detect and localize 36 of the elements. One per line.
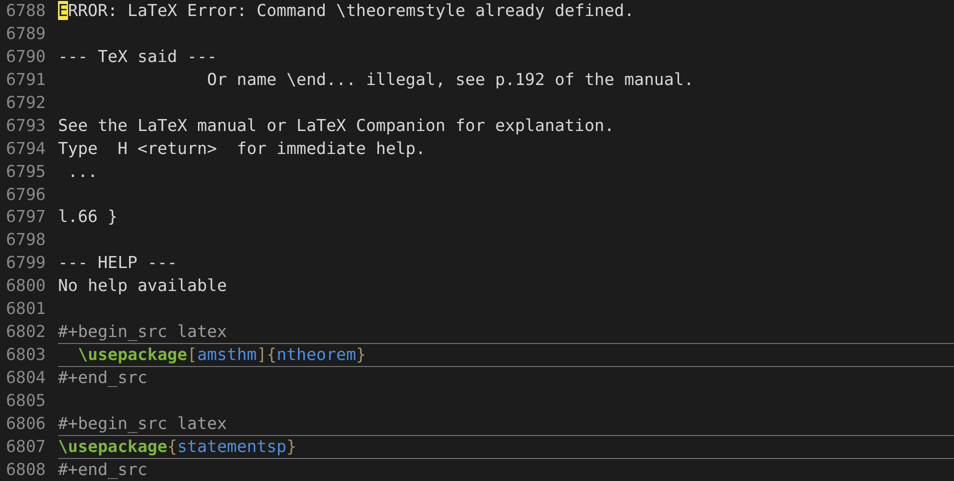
code-line: \usepackage{statementsp} bbox=[58, 436, 296, 456]
line-number: 6795 bbox=[6, 160, 47, 183]
code-line: ERROR: LaTeX Error: Command \theoremstyle already defined. bbox=[58, 1, 634, 20]
line-number: 6803 bbox=[6, 344, 47, 366]
line-number: 6801 bbox=[6, 298, 47, 320]
code-line: Type H <return> for immediate help. bbox=[58, 138, 426, 158]
code-line: #+begin_src latex bbox=[58, 414, 227, 433]
line-number: 6798 bbox=[6, 229, 47, 252]
code-line: l.66 } bbox=[58, 207, 118, 226]
line-number: 6806 bbox=[6, 412, 47, 435]
code-line: Or name \end... illegal, see p.192 of the manual. bbox=[206, 70, 694, 89]
code-line: #+end_src bbox=[58, 460, 148, 479]
line-number: 6788 bbox=[6, 0, 47, 22]
code-line: --- TeX said --- bbox=[58, 46, 217, 66]
line-number: 6804 bbox=[6, 367, 47, 389]
code-line: #+end_src bbox=[58, 368, 148, 387]
code-line: No help available bbox=[58, 276, 227, 296]
code-line: ... bbox=[66, 162, 98, 181]
code-line: \usepackage[amsthm]{ntheorem} bbox=[76, 345, 366, 364]
code-line: --- HELP --- bbox=[58, 253, 178, 272]
line-number: 6793 bbox=[6, 114, 47, 137]
line-number: 6794 bbox=[6, 138, 47, 160]
line-number: 6799 bbox=[6, 252, 47, 274]
line-number: 6792 bbox=[6, 92, 47, 114]
code-line: See the LaTeX manual or LaTeX Companion for explanation. bbox=[58, 116, 614, 135]
line-number: 6800 bbox=[6, 275, 47, 298]
line-number: 6808 bbox=[6, 458, 47, 481]
line-number: 6789 bbox=[6, 22, 47, 45]
line-number: 6807 bbox=[6, 436, 47, 458]
code-line: #+begin_src latex bbox=[58, 322, 227, 342]
line-number: 6802 bbox=[6, 321, 47, 344]
line-number: 6791 bbox=[6, 68, 47, 91]
line-number: 6805 bbox=[6, 390, 47, 412]
line-number: 6796 bbox=[6, 184, 47, 206]
line-number: 6797 bbox=[6, 206, 47, 228]
line-number: 6790 bbox=[6, 46, 47, 68]
